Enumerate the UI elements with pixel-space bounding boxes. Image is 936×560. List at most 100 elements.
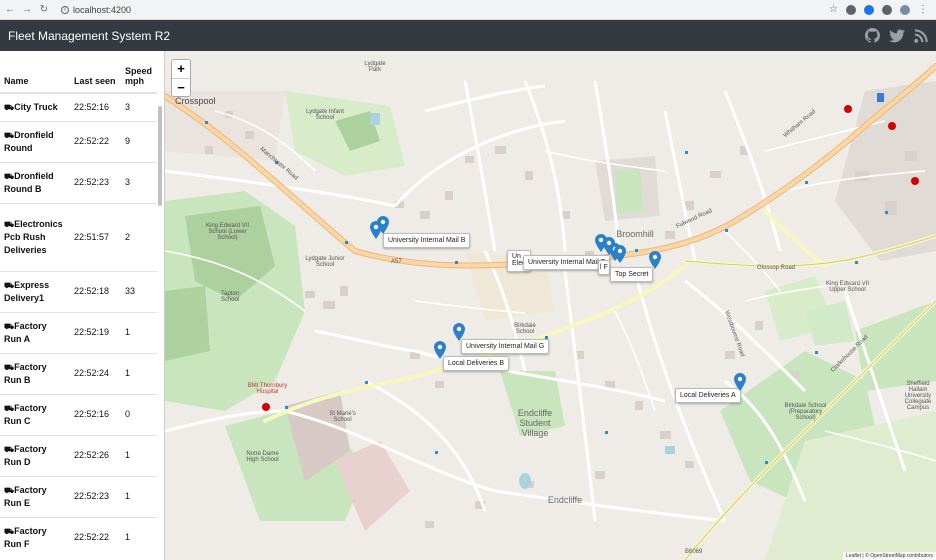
column-header-speed[interactable]: Speed mph [121,51,157,94]
address-bar[interactable]: i localhost:4200 [61,5,131,15]
reload-icon[interactable]: ↻ [37,4,51,15]
column-header-name[interactable]: Name [0,51,70,94]
app-title[interactable]: Fleet Management System R2 [8,29,170,43]
vehicle-tooltip[interactable]: Top Secret [610,267,654,282]
road-label-a57: A57 [391,259,402,265]
table-row[interactable]: ⛟Factory Run D 22:52:26 1 [0,434,157,476]
sidebar-scrollbar[interactable] [158,106,162,206]
place-label-lydgate-park: Lydgate Park [364,61,386,73]
truck-icon: ⛟ [4,321,15,331]
map-marker-icon[interactable] [377,216,389,234]
site-info-icon[interactable]: i [61,5,69,14]
last-seen-cell: 22:52:16 [70,92,121,121]
speed-cell: 0 [121,393,157,435]
truck-icon: ⛟ [4,403,15,413]
last-seen-cell: 22:52:16 [70,393,121,435]
map-attribution[interactable]: Leaflet | © OpenStreetMap contributors [843,552,936,560]
map-marker-icon[interactable] [734,373,746,391]
place-label-endcliffe: Endcliffe [547,495,583,505]
extension-icon[interactable] [864,4,874,15]
profile-avatar[interactable] [900,4,910,15]
vehicle-name-cell[interactable]: ⛟Electronics Pcb Rush Deliveries [0,202,70,271]
zoom-in-button[interactable]: + [172,60,190,78]
place-label-sheffield-hallam: Sheffield Hallam University Collegiate C… [904,381,932,411]
place-label-lydgate-infant: Lydgate Infant School [306,109,344,121]
vehicle-name-cell[interactable]: ⛟Factory Run D [0,434,70,476]
table-row[interactable]: ⛟Dronfield Round B 22:52:23 3 [0,161,157,203]
truck-icon: ⛟ [4,362,15,372]
github-icon[interactable] [865,28,880,43]
table-row[interactable]: ⛟Factory Run E 22:52:23 1 [0,475,157,517]
back-icon[interactable]: ← [3,4,17,15]
puzzle-icon[interactable] [882,4,892,15]
vehicle-name-cell[interactable]: ⛟Factory Run C [0,393,70,435]
road-label-b6069: B6069 [685,549,703,555]
vehicle-name: City Truck [14,101,58,112]
map-view[interactable]: Crosspool Broomhill Endcliffe Student Vi… [165,51,936,560]
bookmark-star-icon[interactable]: ☆ [829,4,838,15]
truck-icon: ⛟ [4,171,15,181]
vehicle-name-cell[interactable]: ⛟Dronfield Round B [0,161,70,203]
vehicle-name-cell[interactable]: ⛟Factory Run F [0,516,70,558]
table-row[interactable]: ⛟Factory Run C 22:52:16 0 [0,393,157,435]
vehicle-name-cell[interactable]: ⛟Factory Run E [0,475,70,517]
last-seen-cell: 22:52:22 [70,120,121,162]
extension-icon[interactable] [846,4,856,15]
last-seen-cell: 22:52:22 [70,516,121,558]
truck-icon: ⛟ [4,219,15,229]
forward-icon[interactable]: → [20,4,34,15]
vehicle-name-cell[interactable]: ⛟Express Delivery1 [0,270,70,312]
speed-cell: 2 [121,202,157,271]
last-seen-cell: 22:52:26 [70,434,121,476]
truck-icon: ⛟ [4,444,15,454]
column-header-last-seen[interactable]: Last seen [70,51,121,94]
vehicle-name-cell[interactable]: ⛟Dronfield Round [0,120,70,162]
last-seen-cell: 22:52:23 [70,475,121,517]
vehicle-tooltip[interactable]: Local Deliveries B [443,356,510,371]
table-row[interactable]: ⛟Factory Run B 22:52:24 1 [0,352,157,394]
map-marker-icon[interactable] [649,251,661,269]
table-row[interactable]: ⛟Electronics Pcb Rush Deliveries 22:51:57… [0,202,157,271]
zoom-out-button[interactable]: − [172,78,190,96]
vehicle-name-cell[interactable]: ⛟City Truck [0,92,70,121]
browser-menu-icon[interactable]: ⋮ [918,4,928,15]
speed-cell: 1 [121,311,157,353]
truck-icon: ⛟ [4,130,15,140]
vehicle-list-panel: Name Last seen Speed mph ⛟City Truck 22:5… [0,51,165,560]
last-seen-cell: 22:51:57 [70,202,121,271]
place-label-endcliffe-village: Endcliffe Student Village [517,408,553,438]
last-seen-cell: 22:52:24 [70,352,121,394]
vehicle-tooltip[interactable]: l F [598,260,610,275]
table-row[interactable]: ⛟Express Delivery1 22:52:18 33 [0,270,157,312]
rss-icon[interactable] [914,28,928,43]
vehicle-tooltip[interactable]: Local Deliveries A [675,388,741,403]
vehicle-tooltip[interactable]: University Internal Mail B [383,233,471,248]
vehicle-name-cell[interactable]: ⛟Factory Run A [0,311,70,353]
vehicle-name-cell[interactable]: ⛟Factory Run B [0,352,70,394]
table-row[interactable]: ⛟Factory Run A 22:52:19 1 [0,311,157,353]
url-text[interactable]: localhost:4200 [73,5,131,15]
last-seen-cell: 22:52:19 [70,311,121,353]
speed-cell: 1 [121,352,157,394]
map-marker-icon[interactable] [614,245,626,263]
speed-cell: 1 [121,475,157,517]
map-tiles[interactable] [165,51,936,560]
twitter-icon[interactable] [889,29,905,43]
map-marker-icon[interactable] [453,323,465,341]
map-marker-icon[interactable] [434,341,446,359]
zoom-control: + − [171,59,191,97]
place-label-bmi-hospital: BMI Thornbury Hospital [247,383,288,395]
table-row[interactable]: ⛟Dronfield Round 22:52:22 9 [0,120,157,162]
app-navbar: Fleet Management System R2 [0,20,936,51]
table-row[interactable]: ⛟Factory Run F 22:52:22 1 [0,516,157,558]
table-row[interactable]: ⛟City Truck 22:52:16 3 [0,92,157,121]
vehicle-tooltip[interactable]: University Internal Mail G [461,339,550,354]
speed-cell: 9 [121,120,157,162]
truck-icon: ⛟ [4,526,15,536]
vehicle-tooltip-label: Un [512,253,521,260]
place-label-notre-dame: Notre Dame High School [246,451,279,463]
vehicle-table: Name Last seen Speed mph ⛟City Truck 22:5… [0,51,157,558]
speed-cell: 1 [121,434,157,476]
browser-toolbar: ← → ↻ i localhost:4200 ☆ ⋮ [0,0,936,20]
last-seen-cell: 22:52:18 [70,270,121,312]
